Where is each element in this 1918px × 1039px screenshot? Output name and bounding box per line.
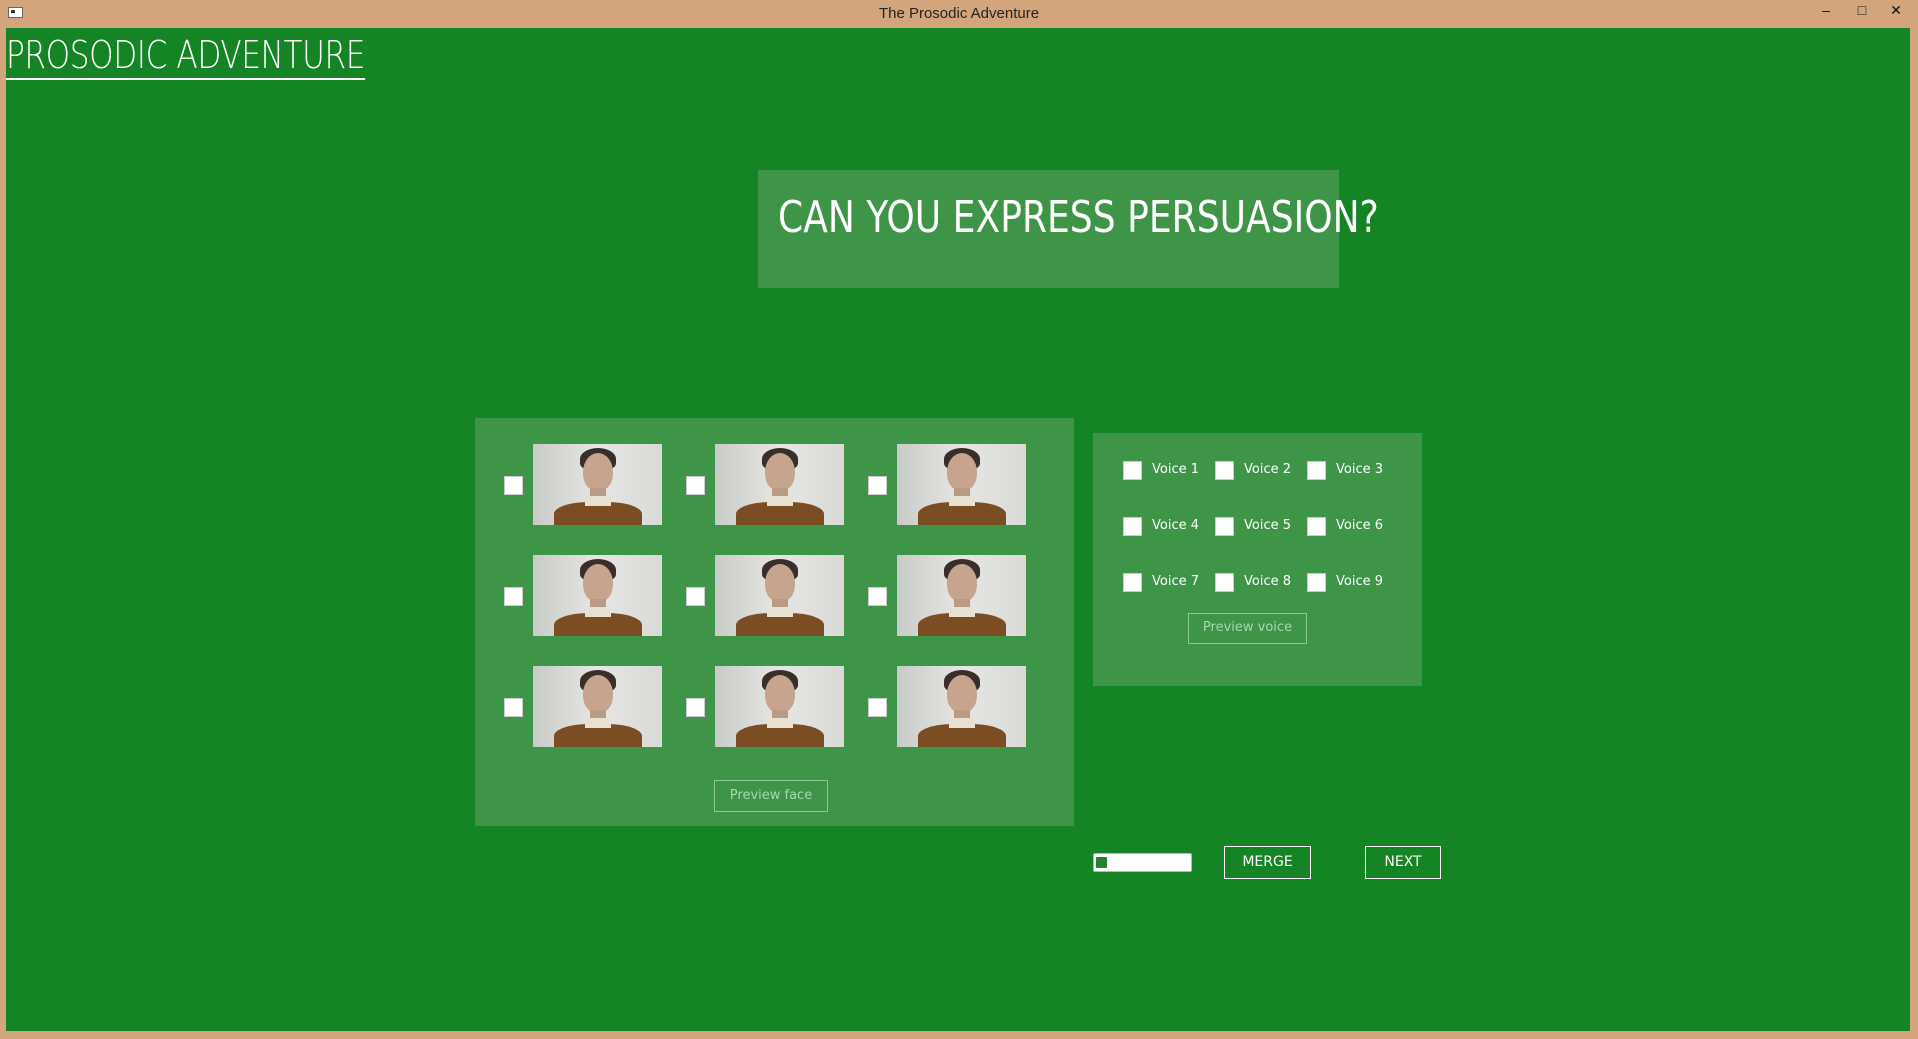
- preview-voice-button[interactable]: Preview voice: [1188, 613, 1307, 644]
- progress-fill: [1096, 857, 1107, 868]
- voice-checkbox[interactable]: [1123, 517, 1142, 536]
- voice-checkbox[interactable]: [1123, 573, 1142, 592]
- voice-label: Voice 5: [1244, 518, 1291, 533]
- face-thumbnail-collar: [585, 718, 611, 728]
- app-content: PROSODIC ADVENTURE CAN YOU EXPRESS PERSU…: [6, 28, 1910, 1031]
- face-thumbnail[interactable]: [715, 555, 844, 636]
- face-checkbox[interactable]: [504, 698, 523, 717]
- face-thumbnail-head: [583, 564, 613, 602]
- face-thumbnail[interactable]: [715, 666, 844, 747]
- face-thumbnail-collar: [767, 607, 793, 617]
- voice-label: Voice 6: [1336, 518, 1383, 533]
- voice-label: Voice 3: [1336, 462, 1383, 477]
- face-thumbnail-head: [947, 675, 977, 713]
- merge-progress-bar: [1093, 853, 1192, 872]
- face-thumbnail-head: [947, 564, 977, 602]
- voice-checkbox[interactable]: [1215, 461, 1234, 480]
- merge-button[interactable]: MERGE: [1224, 846, 1311, 879]
- face-thumbnail[interactable]: [715, 444, 844, 525]
- face-thumbnail[interactable]: [897, 444, 1026, 525]
- voice-label: Voice 8: [1244, 574, 1291, 589]
- preview-face-button[interactable]: Preview face: [714, 780, 828, 812]
- face-checkbox[interactable]: [868, 698, 887, 717]
- face-thumbnail-collar: [767, 718, 793, 728]
- voice-label: Voice 9: [1336, 574, 1383, 589]
- window-title: The Prosodic Adventure: [878, 5, 1040, 22]
- face-checkbox[interactable]: [686, 476, 705, 495]
- face-thumbnail-head: [583, 453, 613, 491]
- face-checkbox[interactable]: [504, 587, 523, 606]
- voice-label: Voice 7: [1152, 574, 1199, 589]
- close-icon[interactable]: ✕: [1880, 0, 1912, 22]
- face-thumbnail-head: [765, 564, 795, 602]
- next-button[interactable]: NEXT: [1365, 846, 1441, 879]
- voice-checkbox[interactable]: [1215, 573, 1234, 592]
- face-thumbnail-head: [583, 675, 613, 713]
- voice-selection-panel: Voice 1 Voice 2 Voice 3 Voice 4 Voice 5 Voice…: [1093, 433, 1422, 686]
- maximize-icon[interactable]: □: [1844, 0, 1880, 22]
- face-checkbox[interactable]: [686, 698, 705, 717]
- voice-label: Voice 1: [1152, 462, 1199, 477]
- voice-checkbox[interactable]: [1215, 517, 1234, 536]
- face-thumbnail-head: [947, 453, 977, 491]
- voice-label: Voice 4: [1152, 518, 1199, 533]
- voice-label: Voice 2: [1244, 462, 1291, 477]
- face-thumbnail-collar: [949, 607, 975, 617]
- face-thumbnail-head: [765, 453, 795, 491]
- face-thumbnail[interactable]: [533, 444, 662, 525]
- question-text: CAN YOU EXPRESS PERSUASION?: [778, 192, 1379, 243]
- face-thumbnail[interactable]: [533, 555, 662, 636]
- face-checkbox[interactable]: [868, 587, 887, 606]
- face-thumbnail-collar: [585, 607, 611, 617]
- face-checkbox[interactable]: [504, 476, 523, 495]
- face-checkbox[interactable]: [686, 587, 705, 606]
- window-titlebar: The Prosodic Adventure – □ ✕: [0, 0, 1918, 28]
- face-thumbnail-head: [765, 675, 795, 713]
- face-thumbnail-collar: [585, 496, 611, 506]
- minimize-icon[interactable]: –: [1808, 0, 1844, 22]
- face-thumbnail-collar: [767, 496, 793, 506]
- face-selection-panel: Preview face: [475, 418, 1074, 826]
- voice-checkbox[interactable]: [1307, 517, 1326, 536]
- question-banner: CAN YOU EXPRESS PERSUASION?: [758, 170, 1379, 288]
- face-thumbnail[interactable]: [533, 666, 662, 747]
- face-thumbnail[interactable]: [897, 666, 1026, 747]
- voice-checkbox[interactable]: [1123, 461, 1142, 480]
- face-thumbnail[interactable]: [897, 555, 1026, 636]
- voice-checkbox[interactable]: [1307, 573, 1326, 592]
- app-title: PROSODIC ADVENTURE: [6, 33, 365, 80]
- face-thumbnail-collar: [949, 718, 975, 728]
- face-checkbox[interactable]: [868, 476, 887, 495]
- voice-checkbox[interactable]: [1307, 461, 1326, 480]
- face-thumbnail-collar: [949, 496, 975, 506]
